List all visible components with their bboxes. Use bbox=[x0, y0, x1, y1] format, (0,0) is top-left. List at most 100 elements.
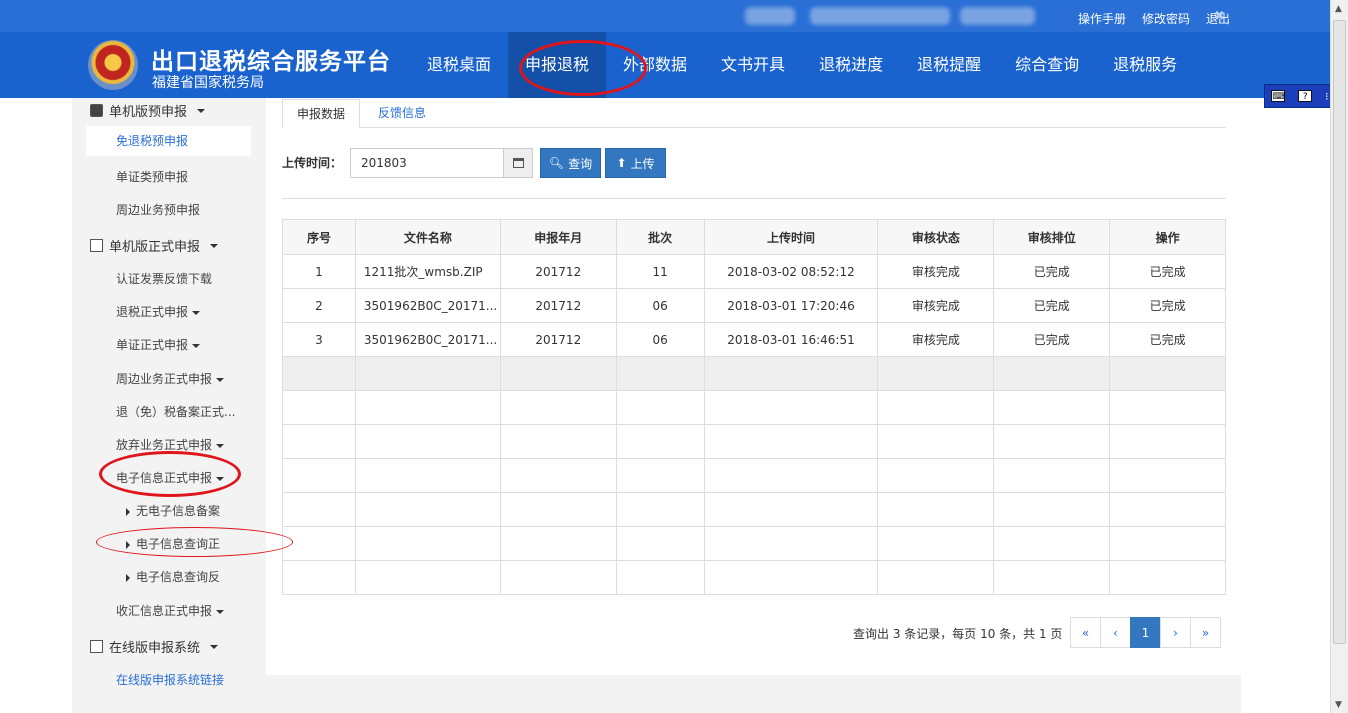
nav-progress[interactable]: 退税进度 bbox=[802, 32, 900, 98]
sidebar-item-invoice-feedback[interactable]: 认证发票反馈下载 bbox=[116, 270, 212, 287]
tab-declare-data[interactable]: 申报数据 bbox=[282, 99, 361, 128]
empty-row bbox=[282, 492, 1226, 527]
cell-review-rank: 已完成 bbox=[993, 254, 1111, 289]
column-header-review-status: 审核状态 bbox=[877, 219, 995, 255]
online-system-link[interactable]: 在线版申报系统链接 bbox=[116, 671, 224, 688]
sidebar-subitem-label: 电子信息查询反 bbox=[136, 570, 221, 584]
nav-services[interactable]: 退税服务 bbox=[1096, 32, 1194, 98]
scroll-up-icon[interactable]: ▲ bbox=[1335, 4, 1342, 14]
sidebar-item-einfo-formal[interactable]: 电子信息正式申报 bbox=[116, 469, 225, 486]
cell-upload-time: 2018-03-01 17:20:46 bbox=[703, 288, 879, 323]
cell-batch: 06 bbox=[615, 288, 705, 323]
dropdown-icon[interactable]: ⁝ bbox=[1325, 90, 1329, 103]
sidebar-group-offline-formal[interactable]: 单机版正式申报 bbox=[90, 236, 219, 255]
cell-action: 已完成 bbox=[1109, 254, 1226, 289]
cell-review-rank: 已完成 bbox=[993, 288, 1111, 323]
empty-row bbox=[282, 526, 1226, 561]
sidebar-group-label: 单机版预申报 bbox=[109, 105, 188, 120]
current-page-button[interactable]: 1 bbox=[1130, 617, 1161, 648]
upload-icon: ⬆ bbox=[616, 156, 627, 170]
nav-documents[interactable]: 文书开具 bbox=[704, 32, 802, 98]
sidebar-subitem-einfo-query-reverse[interactable]: 电子信息查询反 bbox=[126, 568, 220, 585]
sidebar-item-label: 周边业务正式申报 bbox=[116, 372, 213, 386]
sidebar-item-refund-formal[interactable]: 退税正式申报 bbox=[116, 303, 201, 320]
sidebar-footer: 在线版申报系统链接 bbox=[72, 673, 266, 713]
pagination: « ‹ 1 › » bbox=[1070, 617, 1221, 648]
sidebar-subitem-label: 电子信息查询正 bbox=[136, 537, 221, 551]
upload-button-label: 上传 bbox=[630, 156, 655, 171]
column-header-action: 操作 bbox=[1109, 219, 1226, 255]
table-row[interactable]: 1 1211批次_wmsb.ZIP 201712 11 2018-03-02 0… bbox=[282, 254, 1226, 289]
cell-filename: 1211批次_wmsb.ZIP bbox=[354, 254, 501, 289]
first-page-button[interactable]: « bbox=[1070, 617, 1101, 648]
prev-page-button[interactable]: ‹ bbox=[1100, 617, 1131, 648]
cell-batch: 06 bbox=[615, 322, 705, 357]
cell-index: 3 bbox=[282, 322, 356, 357]
column-header-period: 申报年月 bbox=[499, 219, 617, 255]
caret-down-icon bbox=[216, 476, 225, 481]
sidebar-item-label: 单证正式申报 bbox=[116, 338, 189, 352]
column-header-review-rank: 审核排位 bbox=[993, 219, 1111, 255]
nav-query[interactable]: 综合查询 bbox=[998, 32, 1096, 98]
cell-filename: 3501962B0C_20171... bbox=[354, 288, 501, 323]
sidebar-item-filing-formal[interactable]: 退（免）税备案正式... bbox=[116, 403, 235, 420]
sidebar-group-offline-pre[interactable]: 单机版预申报 bbox=[90, 101, 206, 120]
next-page-button[interactable]: › bbox=[1160, 617, 1191, 648]
upload-button[interactable]: ⬆ 上传 bbox=[605, 148, 666, 178]
cell-upload-time: 2018-03-01 16:46:51 bbox=[703, 322, 879, 357]
nav-desktop[interactable]: 退税桌面 bbox=[410, 32, 508, 98]
sidebar-group-online[interactable]: 在线版申报系统 bbox=[90, 637, 219, 656]
table-row[interactable]: 3 3501962B0C_20171... 201712 06 2018-03-… bbox=[282, 322, 1226, 357]
manual-link[interactable]: 操作手册 bbox=[1078, 10, 1126, 27]
close-icon[interactable]: ✖ bbox=[1214, 9, 1225, 24]
sidebar-item-voucher-formal[interactable]: 单证正式申报 bbox=[116, 336, 201, 353]
blurred-user-info bbox=[810, 7, 950, 25]
scroll-thumb[interactable] bbox=[1333, 20, 1346, 644]
last-page-button[interactable]: » bbox=[1190, 617, 1221, 648]
help-icon[interactable]: ? bbox=[1298, 90, 1313, 102]
upload-time-input[interactable] bbox=[350, 148, 504, 178]
content-tabs: 申报数据 反馈信息 bbox=[282, 99, 1226, 128]
caret-down-icon bbox=[210, 644, 219, 649]
cell-upload-time: 2018-03-02 08:52:12 bbox=[703, 254, 879, 289]
sidebar-item-abandon-formal[interactable]: 放弃业务正式申报 bbox=[116, 436, 225, 453]
upload-time-label: 上传时间： bbox=[282, 156, 343, 170]
tab-feedback-info[interactable]: 反馈信息 bbox=[364, 99, 440, 128]
document-icon bbox=[90, 640, 103, 653]
sidebar-subitem-einfo-query-forward[interactable]: 电子信息查询正 bbox=[126, 535, 220, 552]
caret-down-icon bbox=[197, 108, 206, 113]
sidebar-item-label: 退税正式申报 bbox=[116, 305, 189, 319]
empty-row bbox=[282, 458, 1226, 493]
page-scrollbar[interactable]: ▲ ▼ bbox=[1330, 0, 1348, 713]
keyboard-icon[interactable]: ⌨ bbox=[1271, 90, 1286, 102]
nav-external-data[interactable]: 外部数据 bbox=[606, 32, 704, 98]
nav-declare-refund[interactable]: 申报退税 bbox=[508, 32, 607, 98]
blurred-user-info bbox=[960, 7, 1035, 25]
sidebar-item-exempt-pre[interactable]: 免退税预申报 bbox=[86, 126, 251, 156]
sidebar-item-label: 收汇信息正式申报 bbox=[116, 604, 213, 618]
sidebar: 单机版预申报 免退税预申报 单证类预申报 周边业务预申报 单机版正式申报 认证发… bbox=[72, 98, 266, 675]
sidebar-subitem-label: 无电子信息备案 bbox=[136, 504, 221, 518]
top-links: 操作手册 修改密码 退出 bbox=[1078, 10, 1230, 27]
sidebar-subitem-no-einfo-filing[interactable]: 无电子信息备案 bbox=[126, 502, 220, 519]
caret-right-icon bbox=[126, 540, 130, 549]
cell-batch: 11 bbox=[615, 254, 705, 289]
cell-review-status: 审核完成 bbox=[877, 288, 995, 323]
empty-row bbox=[282, 560, 1226, 595]
query-button[interactable]: 🔍︎ 查询 bbox=[540, 148, 601, 178]
cell-period: 201712 bbox=[499, 254, 617, 289]
sidebar-item-forex-formal[interactable]: 收汇信息正式申报 bbox=[116, 602, 225, 619]
sidebar-item-voucher-pre[interactable]: 单证类预申报 bbox=[116, 168, 188, 185]
calendar-button[interactable] bbox=[503, 148, 533, 178]
cell-review-status: 审核完成 bbox=[877, 254, 995, 289]
table-row[interactable]: 2 3501962B0C_20171... 201712 06 2018-03-… bbox=[282, 288, 1226, 323]
change-password-link[interactable]: 修改密码 bbox=[1142, 10, 1190, 27]
nav-reminders[interactable]: 退税提醒 bbox=[900, 32, 998, 98]
sidebar-item-label: 电子信息正式申报 bbox=[116, 471, 213, 485]
cell-index: 1 bbox=[282, 254, 356, 289]
column-header-index: 序号 bbox=[282, 219, 356, 255]
sidebar-item-peripheral-formal[interactable]: 周边业务正式申报 bbox=[116, 370, 225, 387]
caret-down-icon bbox=[192, 343, 201, 348]
scroll-down-icon[interactable]: ▼ bbox=[1335, 700, 1342, 710]
sidebar-item-peripheral-pre[interactable]: 周边业务预申报 bbox=[116, 201, 200, 218]
